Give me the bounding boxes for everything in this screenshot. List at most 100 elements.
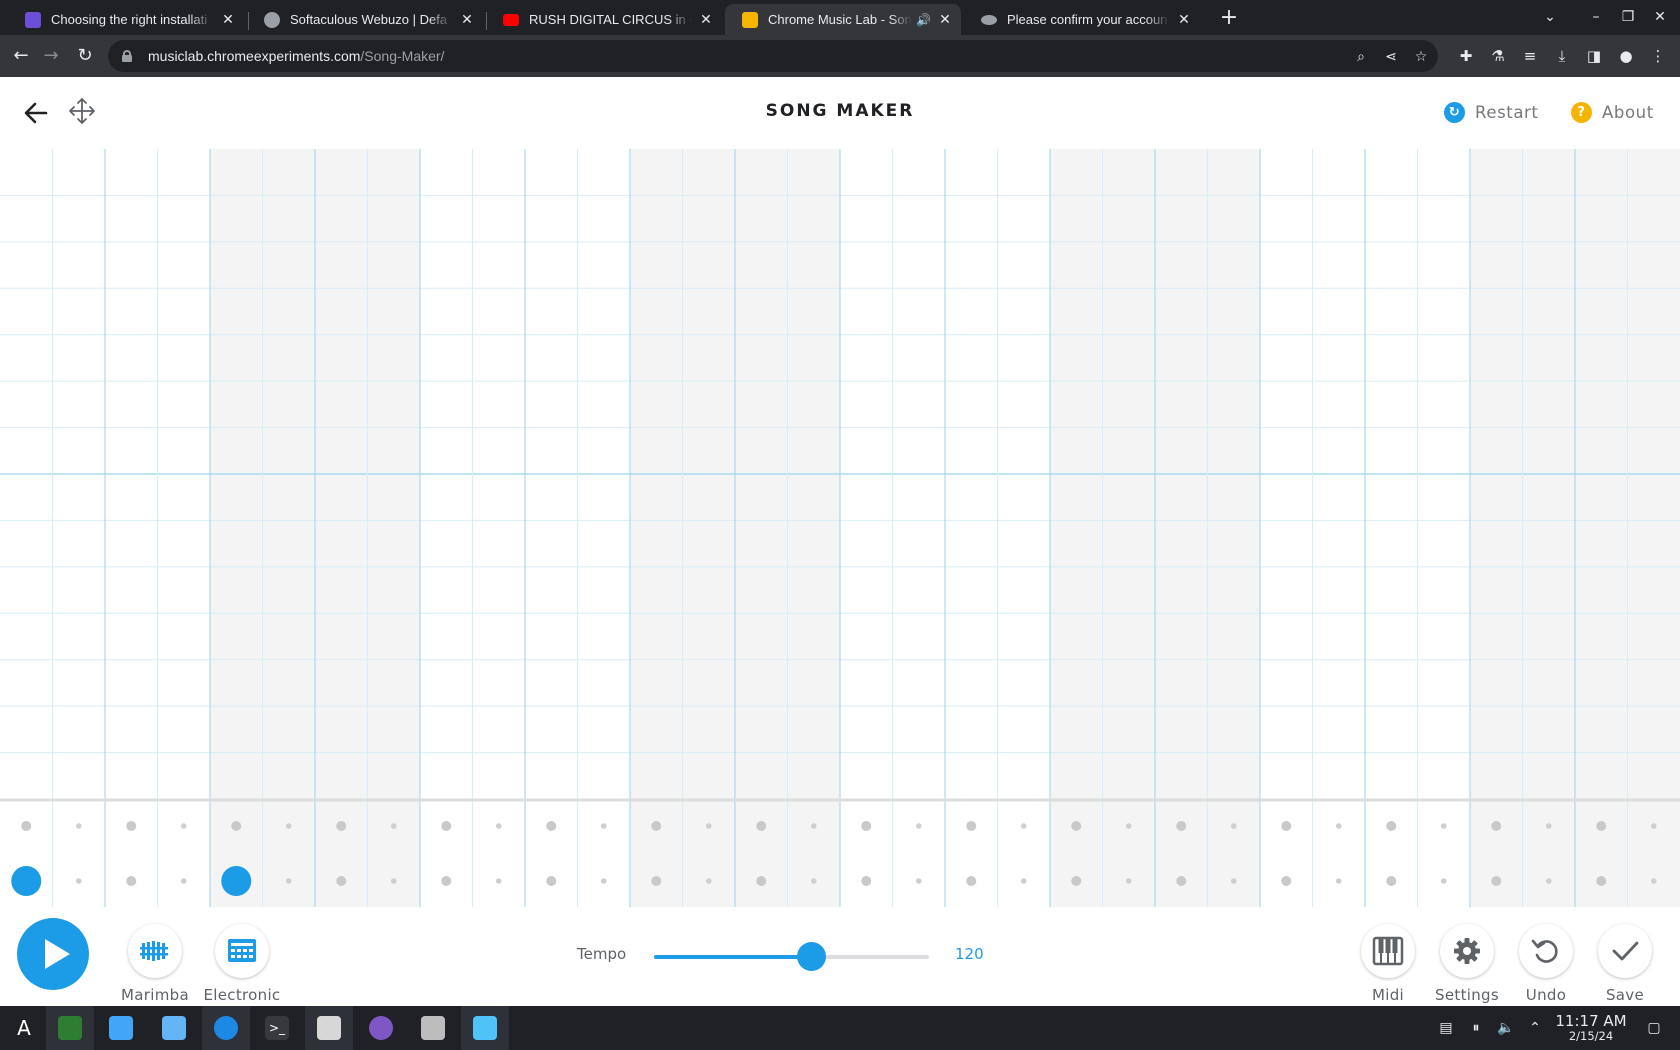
save-button[interactable]: Save (1585, 924, 1665, 1004)
percussion-cell-dot (861, 876, 872, 886)
tab-close-icon[interactable]: ✕ (220, 11, 236, 28)
share-icon[interactable]: ⋖ (1382, 48, 1400, 66)
save-label: Save (1605, 986, 1645, 1004)
close-window-button[interactable]: ✕ (1646, 6, 1674, 28)
percussion-cell-dot (651, 876, 662, 886)
lock-icon (122, 50, 132, 62)
play-button[interactable] (17, 918, 89, 990)
browser-tab-4-active[interactable]: Chrome Music Lab - Son 🔊 ✕ (725, 4, 961, 35)
settings-label: Settings (1435, 986, 1499, 1004)
percussion-cell-dot (75, 823, 82, 829)
forward-icon[interactable]: → (38, 43, 64, 69)
folder-icon (162, 1016, 186, 1040)
tempo-value: 120 (955, 945, 984, 963)
percussion-cell-dot (180, 878, 187, 884)
new-tab-button[interactable]: + (1216, 6, 1242, 32)
image-viewer-icon (473, 1016, 497, 1040)
launcher-button[interactable]: A (0, 1006, 48, 1050)
percussion-cell-dot (1020, 823, 1027, 829)
terminal-icon: >_ (265, 1016, 289, 1040)
page-title: SONG MAKER (765, 101, 915, 121)
media-control-icon[interactable]: ≡ (1520, 46, 1540, 66)
restore-button[interactable]: ❐ (1614, 6, 1642, 28)
show-desktop-icon[interactable]: ▢ (1645, 1019, 1663, 1037)
taskbar-app-palette[interactable] (357, 1006, 405, 1050)
percussion-cell-dot (1230, 823, 1237, 829)
profile-icon[interactable]: ● (1616, 46, 1636, 66)
labs-flask-icon[interactable]: ⚗ (1488, 46, 1508, 66)
minimize-button[interactable]: – (1582, 6, 1610, 28)
restart-icon: ↻ (1444, 102, 1465, 123)
bookmark-star-icon[interactable]: ☆ (1412, 48, 1430, 66)
percussion-cell-dot (285, 878, 292, 884)
tab-search-icon[interactable]: ⌄ (1536, 6, 1564, 28)
youtube-icon (503, 13, 519, 26)
percussion-cell-dot (1386, 821, 1397, 831)
about-button[interactable]: ? About (1571, 102, 1654, 123)
electronic-instrument-button[interactable]: Electronic (202, 924, 282, 1004)
percussion-cell-dot (1281, 821, 1292, 831)
midi-label: Midi (1372, 986, 1404, 1004)
tempo-slider-thumb[interactable] (796, 942, 826, 971)
percussion-cell-dot (1176, 821, 1187, 831)
note-grid[interactable] (0, 149, 1680, 907)
electronic-label: Electronic (203, 986, 281, 1004)
taskbar-app-vm[interactable] (305, 1006, 353, 1050)
tab-title: Choosing the right installati (51, 12, 208, 27)
chevron-up-icon[interactable]: ⌃ (1526, 1019, 1544, 1037)
settings-button[interactable]: Settings (1427, 924, 1507, 1004)
midi-button[interactable]: Midi (1348, 924, 1428, 1004)
taskbar-app-terminal[interactable]: >_ (253, 1006, 301, 1050)
taskbar-app-chrome[interactable] (202, 1006, 250, 1050)
percussion-cell-dot (810, 823, 817, 829)
percussion-cell-dot (1650, 878, 1657, 884)
percussion-cell-dot (441, 876, 452, 886)
eye-icon (981, 14, 997, 25)
undo-button[interactable]: Undo (1506, 924, 1586, 1004)
volume-muted-icon[interactable]: 🔈 (1497, 1019, 1515, 1037)
taskbar-app-store[interactable] (97, 1006, 145, 1050)
back-icon[interactable]: ← (8, 43, 34, 69)
download-icon[interactable]: ⤓ (1552, 46, 1572, 66)
browser-tab-3[interactable]: RUSH DIGITAL CIRCUS in ch ✕ (486, 4, 722, 35)
clock-date: 2/15/24 (1568, 1029, 1614, 1043)
tab-title: RUSH DIGITAL CIRCUS in ch (529, 12, 692, 27)
help-question-icon: ? (1571, 102, 1592, 123)
taskbar-app-images[interactable] (461, 1006, 509, 1050)
marimba-label: Marimba (121, 986, 189, 1004)
clipboard-icon[interactable]: ▤ (1437, 1019, 1455, 1037)
restart-button[interactable]: ↻ Restart (1444, 102, 1539, 123)
percussion-cell-dot (1596, 821, 1607, 831)
tab-close-icon[interactable]: ✕ (698, 11, 714, 28)
percussion-cell-dot (756, 876, 767, 886)
percussion-cell-dot (390, 823, 397, 829)
tempo-label: Tempo (577, 945, 627, 963)
taskbar-app-files[interactable] (150, 1006, 198, 1050)
song-grid[interactable] (0, 149, 1680, 907)
taskbar-app-1[interactable] (46, 1006, 94, 1050)
percussion-cell-dot (756, 821, 767, 831)
speaker-icon[interactable]: 🔊 (916, 13, 931, 27)
browser-tab-5[interactable]: Please confirm your accoun ✕ (964, 4, 1200, 35)
browser-toolbar: ← → ↻ musiclab.chromeexperiments.com/Son… (0, 35, 1680, 77)
marimba-instrument-button[interactable]: Marimba (115, 924, 195, 1004)
tab-close-icon[interactable]: ✕ (937, 11, 953, 28)
taskbar-app-folder[interactable] (409, 1006, 457, 1050)
pause-icon[interactable]: ⏸ (1467, 1019, 1485, 1037)
extensions-icon[interactable]: ✚ (1456, 46, 1476, 66)
tab-close-icon[interactable]: ✕ (459, 11, 475, 28)
browser-tab-1[interactable]: Choosing the right installati ✕ (8, 4, 244, 35)
system-clock[interactable]: 11:17 AM 2/15/24 (1548, 1012, 1634, 1043)
address-bar[interactable]: musiclab.chromeexperiments.com/Song-Make… (108, 40, 1438, 72)
reload-icon[interactable]: ↻ (72, 43, 98, 69)
zoom-icon[interactable]: ⌕ (1352, 48, 1370, 66)
checkmark-icon (1598, 924, 1652, 978)
gear-icon (1440, 924, 1494, 978)
side-panel-icon[interactable]: ◨ (1584, 46, 1604, 66)
tempo-slider[interactable] (654, 942, 929, 971)
browser-tab-2[interactable]: Softaculous Webuzo | Defa ✕ (247, 4, 483, 35)
menu-icon[interactable]: ⋮ (1648, 46, 1668, 66)
percussion-cell-dot (180, 823, 187, 829)
tab-close-icon[interactable]: ✕ (1176, 11, 1192, 28)
percussion-cell-dot (1071, 876, 1082, 886)
